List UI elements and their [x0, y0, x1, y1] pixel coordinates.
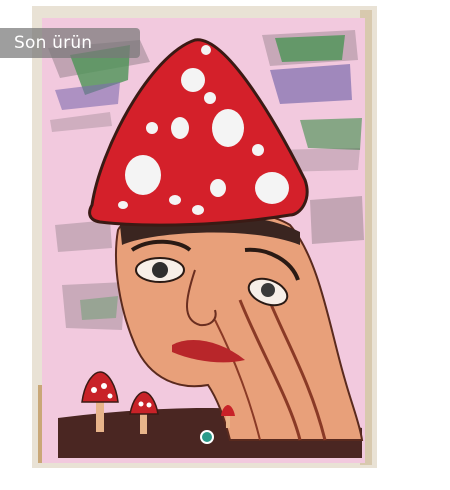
teal-dot: [200, 430, 214, 444]
last-item-badge: Son ürün: [0, 28, 140, 58]
painting-canvas: [42, 18, 365, 463]
product-photo: [0, 0, 450, 490]
badge-label: Son ürün: [14, 33, 93, 53]
